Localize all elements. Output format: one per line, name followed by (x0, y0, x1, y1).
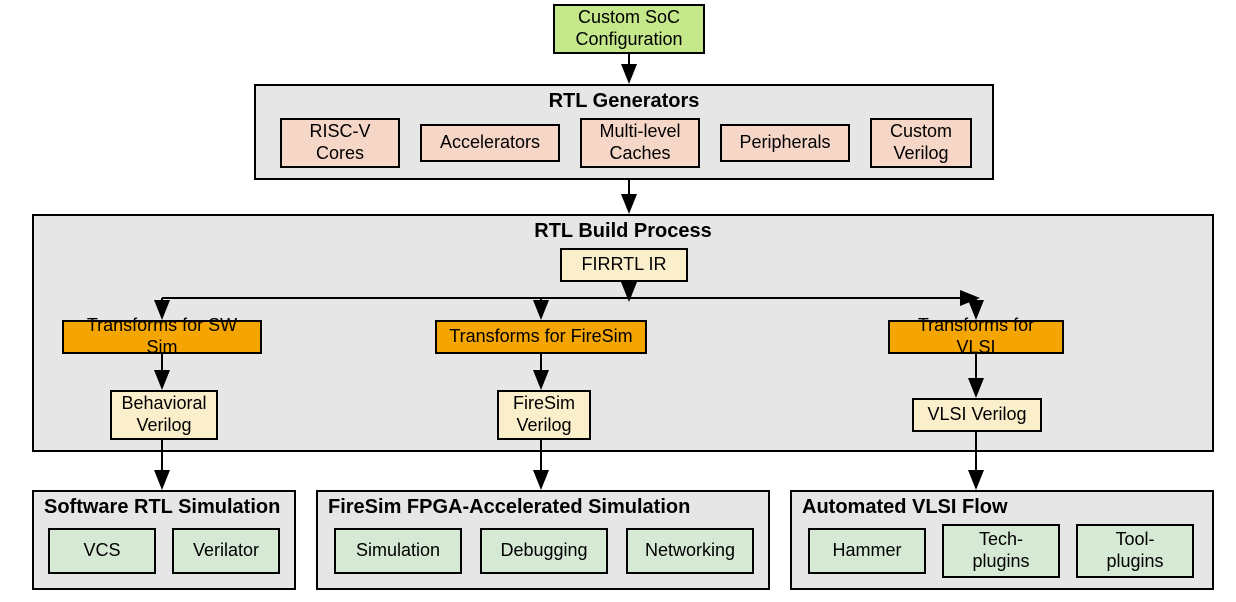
rtl-gen-accelerators: Accelerators (420, 124, 560, 162)
firrtl-ir-box: FIRRTL IR (560, 248, 688, 282)
soc-config-box: Custom SoCConfiguration (553, 4, 705, 54)
vlsi-techplugins: Tech-plugins (942, 524, 1060, 578)
verilog-firesim: FireSimVerilog (497, 390, 591, 440)
rtl-generators-title: RTL Generators (549, 90, 700, 113)
transform-vlsi: Transforms for VLSI (888, 320, 1064, 354)
output-firesim-title: FireSim FPGA-Accelerated Simulation (328, 496, 690, 519)
transform-firesim: Transforms for FireSim (435, 320, 647, 354)
rtl-gen-peripherals: Peripherals (720, 124, 850, 162)
rtl-gen-riscv: RISC-VCores (280, 118, 400, 168)
output-vlsi-title: Automated VLSI Flow (802, 496, 1008, 519)
firesim-simulation: Simulation (334, 528, 462, 574)
vlsi-hammer: Hammer (808, 528, 926, 574)
vlsi-toolplugins: Tool-plugins (1076, 524, 1194, 578)
swsim-verilator: Verilator (172, 528, 280, 574)
firesim-networking: Networking (626, 528, 754, 574)
output-swsim-title: Software RTL Simulation (44, 496, 280, 519)
rtl-gen-custom-verilog: CustomVerilog (870, 118, 972, 168)
verilog-vlsi: VLSI Verilog (912, 398, 1042, 432)
transform-swsim: Transforms for SW Sim (62, 320, 262, 354)
rtl-build-title: RTL Build Process (534, 220, 711, 243)
rtl-gen-caches: Multi-levelCaches (580, 118, 700, 168)
verilog-behavioral: BehavioralVerilog (110, 390, 218, 440)
swsim-vcs: VCS (48, 528, 156, 574)
firesim-debugging: Debugging (480, 528, 608, 574)
